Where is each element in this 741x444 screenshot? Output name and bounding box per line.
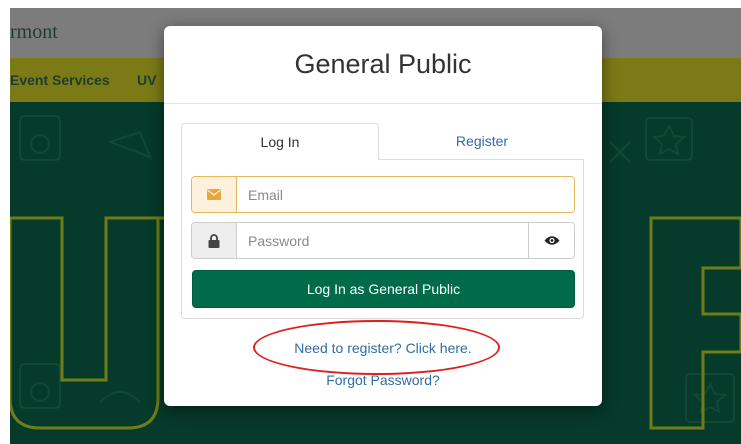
modal-title: General Public: [294, 49, 472, 79]
tab-log-in[interactable]: Log In: [181, 123, 379, 160]
forgot-password-link[interactable]: Forgot Password?: [164, 372, 602, 388]
password-input-group: [191, 222, 575, 259]
site-name: rmont: [10, 21, 58, 43]
password-field[interactable]: [238, 223, 528, 258]
tab-register[interactable]: Register: [380, 123, 584, 160]
login-button[interactable]: Log In as General Public: [192, 270, 575, 308]
nav-item-uv[interactable]: UV: [137, 72, 156, 88]
modal-divider: [164, 103, 602, 104]
email-field[interactable]: [238, 177, 574, 212]
envelope-icon: [192, 177, 237, 212]
eye-icon: [544, 236, 559, 245]
nav-item-event-services[interactable]: Event Services: [10, 72, 110, 88]
show-password-toggle[interactable]: [528, 223, 574, 258]
register-link[interactable]: Need to register? Click here.: [164, 340, 602, 356]
lock-icon: [192, 223, 237, 258]
email-input-group: [191, 176, 575, 213]
